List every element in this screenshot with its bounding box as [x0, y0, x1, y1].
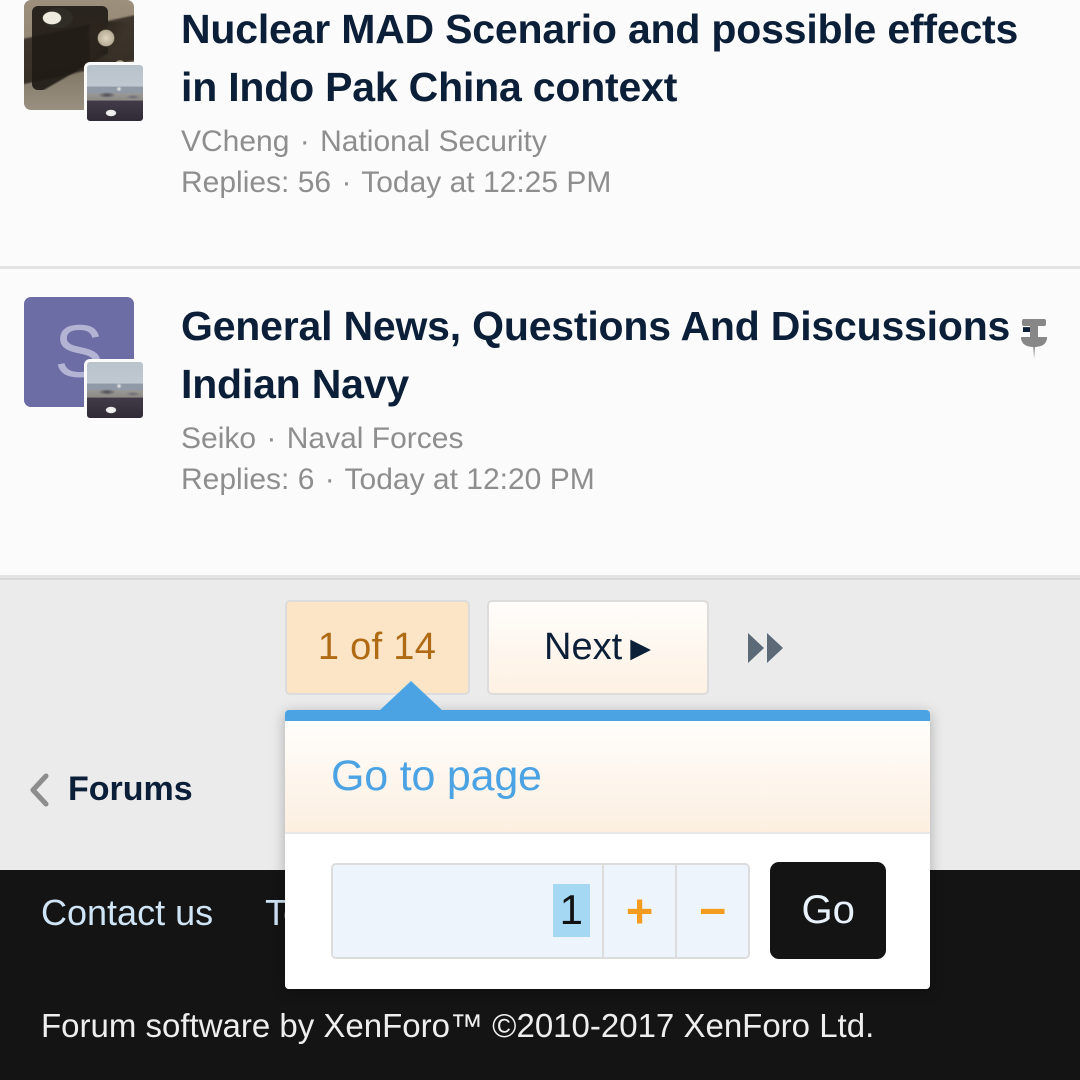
popup-title: Go to page: [331, 752, 542, 800]
meta-separator: ·: [324, 463, 335, 497]
meta-separator: ·: [341, 166, 352, 200]
thread-timestamp[interactable]: Today at 12:25 PM: [361, 166, 611, 199]
thread-byline: Seiko · Naval Forces: [181, 419, 1056, 460]
avatar[interactable]: [24, 0, 155, 131]
forum-thread-list-page: Nuclear MAD Scenario and possible effect…: [0, 0, 1080, 1080]
thread-reply-count: Replies: 6: [181, 463, 315, 497]
page-number-input[interactable]: 1: [333, 864, 603, 957]
page-number-stepper[interactable]: 1 + −: [331, 862, 751, 959]
table-row[interactable]: S General News, Questions And Discussion…: [0, 269, 1080, 578]
thread-forum[interactable]: National Security: [320, 125, 547, 158]
chevron-left-icon: [28, 773, 50, 807]
meta-separator: ·: [299, 125, 310, 159]
popup-body: 1 + − Go: [285, 834, 930, 989]
thread-title-link[interactable]: Nuclear MAD Scenario and possible effect…: [181, 0, 1056, 116]
thread-reply-count: Replies: 56: [181, 166, 332, 200]
decrement-button[interactable]: −: [675, 864, 749, 957]
thread-preview-thumbnail[interactable]: [84, 62, 146, 124]
go-to-page-popup: Go to page 1 + − Go: [285, 681, 930, 989]
thread-title-link[interactable]: General News, Questions And Discussions …: [181, 297, 1056, 413]
increment-button[interactable]: +: [602, 864, 676, 957]
table-row[interactable]: Nuclear MAD Scenario and possible effect…: [0, 0, 1080, 269]
footer-copyright: Forum software by XenForo™ ©2010-2017 Xe…: [41, 1007, 875, 1044]
thread-stats: Replies: 6 · Today at 12:20 PM: [181, 460, 1056, 501]
thread-info: Nuclear MAD Scenario and possible effect…: [181, 0, 1056, 204]
thread-info: General News, Questions And Discussions …: [181, 297, 1056, 501]
thread-timestamp[interactable]: Today at 12:20 PM: [345, 463, 595, 496]
thread-list: Nuclear MAD Scenario and possible effect…: [0, 0, 1080, 578]
thread-preview-thumbnail[interactable]: [84, 359, 146, 421]
page-number-value[interactable]: 1: [552, 884, 591, 937]
go-button[interactable]: Go: [770, 862, 886, 959]
last-page-button[interactable]: [736, 618, 796, 678]
meta-separator: ·: [266, 422, 277, 456]
pushpin-icon: [1015, 317, 1053, 361]
thread-author[interactable]: Seiko: [181, 422, 256, 455]
avatar[interactable]: S: [24, 297, 155, 428]
footer-link-contact-us[interactable]: Contact us: [41, 892, 213, 934]
thread-forum[interactable]: Naval Forces: [287, 422, 464, 455]
next-page-label: Next: [544, 626, 623, 668]
breadcrumb-label[interactable]: Forums: [68, 770, 193, 809]
double-chevron-right-icon: [747, 632, 783, 663]
chevron-right-icon: ▶: [630, 633, 651, 663]
popup-accent-bar: [285, 710, 930, 721]
next-page-button[interactable]: Next ▶: [486, 600, 709, 695]
popup-arrow: [379, 681, 443, 711]
pagination: 1 of 14 Next ▶: [0, 600, 1080, 695]
thread-author[interactable]: VCheng: [181, 125, 289, 158]
breadcrumb[interactable]: Forums: [28, 770, 193, 809]
popup-header: Go to page: [285, 721, 930, 834]
thread-byline: VCheng · National Security: [181, 122, 1056, 163]
thread-stats: Replies: 56 · Today at 12:25 PM: [181, 163, 1056, 204]
